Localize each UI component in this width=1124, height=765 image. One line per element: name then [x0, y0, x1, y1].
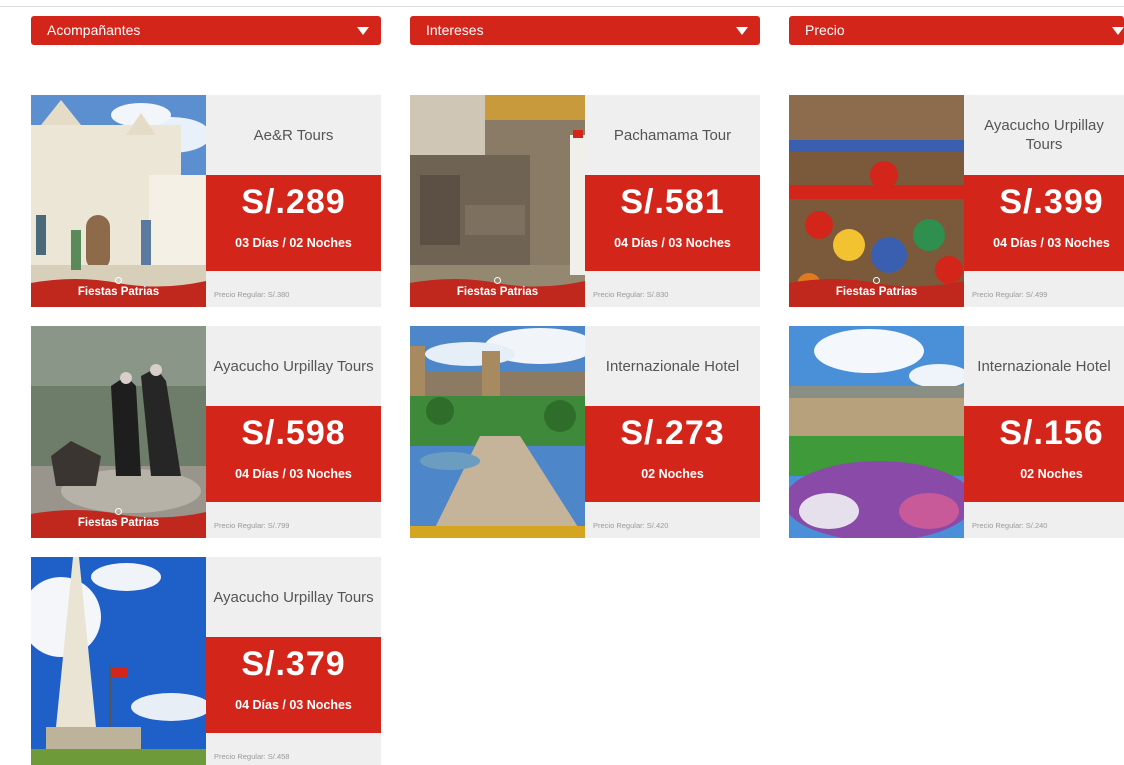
ribbon-label: Fiestas Patrias — [77, 286, 160, 298]
tour-name: Ayacucho Urpillay Tours — [213, 588, 374, 606]
tour-price: S/.581 — [620, 183, 725, 221]
filter-label: Precio — [805, 22, 845, 38]
tour-price: S/.379 — [241, 645, 346, 683]
tour-photo-obelisk — [31, 557, 206, 765]
price-box: S/.379 04 Días / 03 Noches — [206, 637, 381, 733]
tour-name: Ae&R Tours — [253, 126, 334, 144]
hotel-info-panel: Internazionale Hotel S/.156 02 Noches Pr… — [964, 326, 1124, 538]
tour-name: Ayacucho Urpillay Tours — [213, 357, 374, 375]
hotel-price: S/.273 — [620, 414, 725, 452]
ribbon-dot-icon — [494, 277, 501, 284]
filter-label: Acompañantes — [47, 22, 141, 38]
tour-name: Ayacucho Urpillay Tours — [984, 117, 1104, 153]
tour-card-ayacucho-urpillay-tours-1[interactable]: Fiestas Patrias Ayacucho Urpillay Tours … — [789, 95, 1124, 307]
tour-info-panel: Ayacucho Urpillay Tours S/.598 04 Días /… — [206, 326, 381, 538]
fiestas-patrias-ribbon: Fiestas Patrias — [31, 275, 206, 307]
hotel-photo-plaza — [410, 326, 585, 538]
tour-card-ae-r-tours[interactable]: Fiestas Patrias Ae&R Tours S/.289 03 Día… — [31, 95, 381, 307]
tour-duration: 04 Días / 03 Noches — [235, 698, 352, 712]
price-box: S/.156 02 Noches — [964, 406, 1124, 502]
ribbon-dot-icon — [873, 277, 880, 284]
ribbon-dot-icon — [115, 277, 122, 284]
tour-duration: 04 Días / 03 Noches — [614, 236, 731, 250]
fiestas-patrias-ribbon: Fiestas Patrias — [410, 275, 585, 307]
tour-duration: 03 Días / 02 Noches — [235, 236, 352, 250]
regular-price: Precio Regular: S/.799 — [214, 521, 290, 530]
tour-duration: 04 Días / 03 Noches — [993, 236, 1110, 250]
price-box: S/.598 04 Días / 03 Noches — [206, 406, 381, 502]
ribbon-label: Fiestas Patrias — [77, 517, 160, 529]
hotel-info-panel: Internazionale Hotel S/.273 02 Noches Pr… — [585, 326, 760, 538]
tour-price: S/.399 — [999, 183, 1104, 221]
tour-info-panel: Ayacucho Urpillay Tours S/.399 04 Días /… — [964, 95, 1124, 307]
hotel-duration: 02 Noches — [641, 467, 704, 481]
hotel-price: S/.156 — [999, 414, 1104, 452]
regular-price: Precio Regular: S/.499 — [972, 290, 1048, 299]
regular-price: Precio Regular: S/.420 — [593, 521, 669, 530]
hotel-card-internazionale-hotel-2[interactable]: Internazionale Hotel S/.156 02 Noches Pr… — [789, 326, 1124, 538]
hotel-name: Internazionale Hotel — [977, 357, 1111, 375]
filter-intereses-dropdown[interactable]: Intereses — [410, 16, 760, 45]
tour-price: S/.598 — [241, 414, 346, 452]
hotel-duration: 02 Noches — [1020, 467, 1083, 481]
price-box: S/.399 04 Días / 03 Noches — [964, 175, 1124, 271]
caret-down-icon — [736, 27, 748, 35]
tour-card-ayacucho-urpillay-tours-3[interactable]: Ayacucho Urpillay Tours S/.379 04 Días /… — [31, 557, 381, 765]
tour-price: S/.289 — [241, 183, 346, 221]
filter-label: Intereses — [426, 22, 484, 38]
tour-info-panel: Pachamama Tour S/.581 04 Días / 03 Noche… — [585, 95, 760, 307]
filter-acompanantes-dropdown[interactable]: Acompañantes — [31, 16, 381, 45]
tour-duration: 04 Días / 03 Noches — [235, 467, 352, 481]
tour-name: Pachamama Tour — [613, 126, 732, 144]
price-box: S/.581 04 Días / 03 Noches — [585, 175, 760, 271]
tour-card-pachamama-tour[interactable]: Fiestas Patrias Pachamama Tour S/.581 04… — [410, 95, 760, 307]
tour-card-ayacucho-urpillay-tours-2[interactable]: Fiestas Patrias Ayacucho Urpillay Tours … — [31, 326, 381, 538]
filter-precio-dropdown[interactable]: Precio — [789, 16, 1124, 45]
hotel-photo-garden — [789, 326, 964, 538]
regular-price: Precio Regular: S/.458 — [214, 752, 290, 761]
fiestas-patrias-ribbon: Fiestas Patrias — [789, 275, 964, 307]
ribbon-label: Fiestas Patrias — [456, 286, 539, 298]
ribbon-label: Fiestas Patrias — [835, 286, 918, 298]
price-box: S/.289 03 Días / 02 Noches — [206, 175, 381, 271]
hotel-card-internazionale-hotel-1[interactable]: Internazionale Hotel S/.273 02 Noches Pr… — [410, 326, 760, 538]
tour-info-panel: Ae&R Tours S/.289 03 Días / 02 Noches Pr… — [206, 95, 381, 307]
caret-down-icon — [357, 27, 369, 35]
price-box: S/.273 02 Noches — [585, 406, 760, 502]
top-divider — [0, 6, 1124, 7]
fiestas-patrias-ribbon: Fiestas Patrias — [31, 506, 206, 538]
ribbon-dot-icon — [115, 508, 122, 515]
caret-down-icon — [1112, 27, 1124, 35]
regular-price: Precio Regular: S/.380 — [214, 290, 290, 299]
regular-price: Precio Regular: S/.830 — [593, 290, 669, 299]
hotel-name: Internazionale Hotel — [605, 357, 740, 375]
regular-price: Precio Regular: S/.240 — [972, 521, 1048, 530]
tour-info-panel: Ayacucho Urpillay Tours S/.379 04 Días /… — [206, 557, 381, 765]
